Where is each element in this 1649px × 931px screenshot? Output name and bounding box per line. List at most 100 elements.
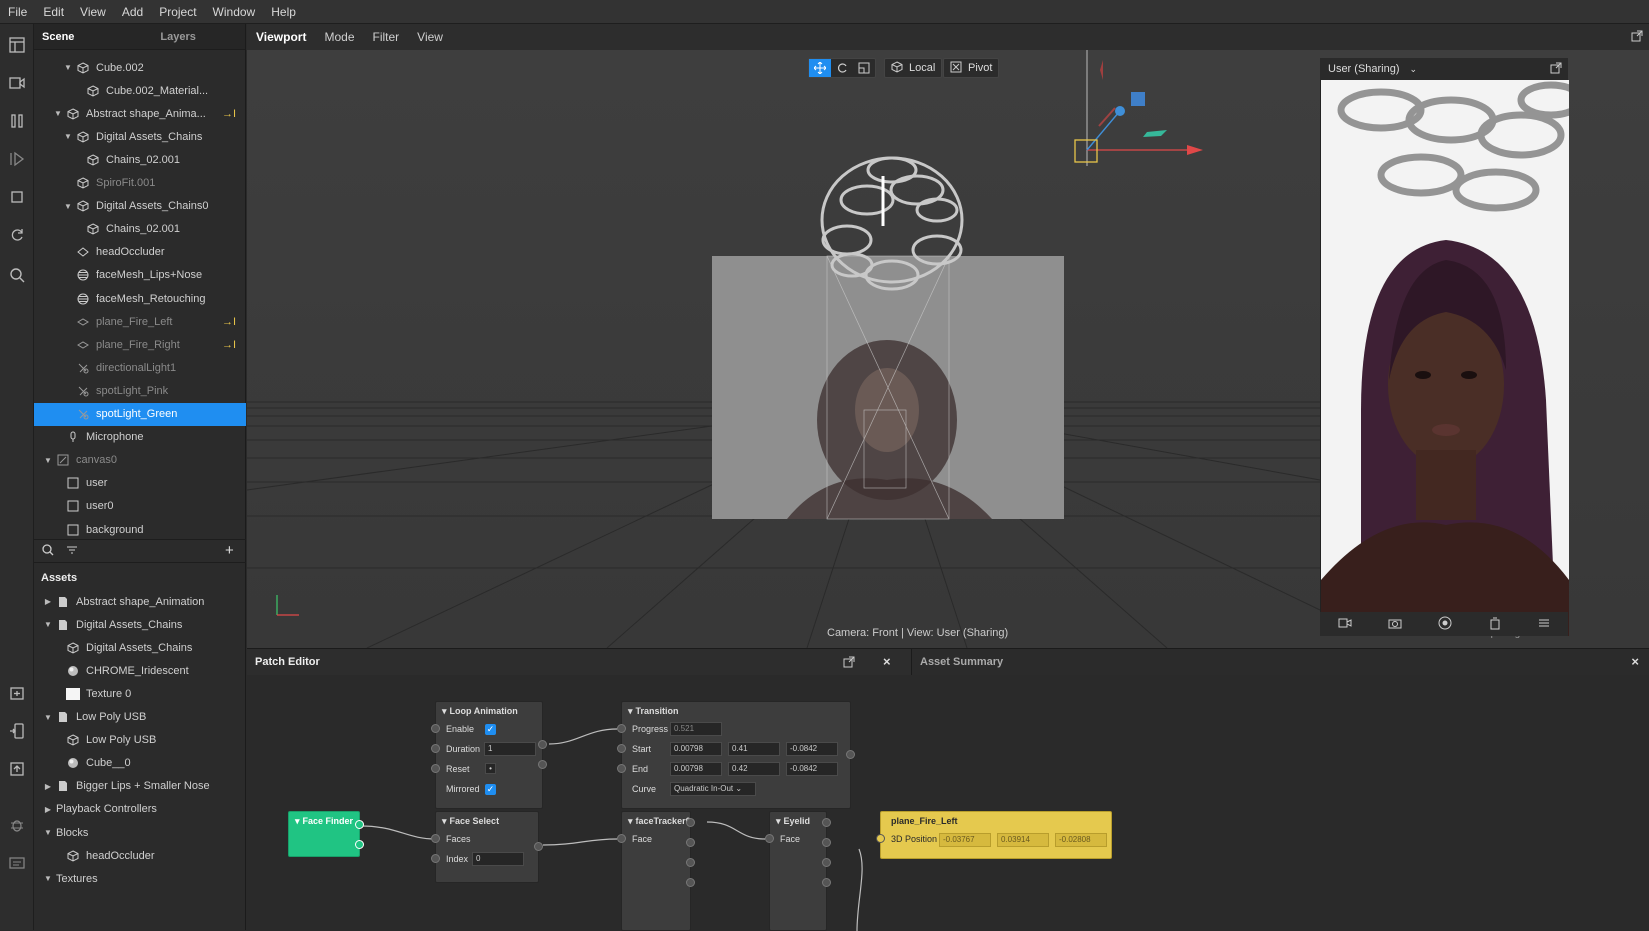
- search-icon[interactable]: [6, 264, 28, 286]
- face-tracker-node[interactable]: ▾ faceTracker0 Face: [617, 811, 695, 931]
- tree-item[interactable]: directionalLight1: [34, 356, 246, 379]
- input-port[interactable]: [617, 744, 626, 753]
- chevron-down-icon[interactable]: ⌄: [1410, 64, 1418, 75]
- tab-mode[interactable]: Mode: [315, 30, 363, 44]
- search-icon[interactable]: [42, 544, 54, 559]
- face-finder-node[interactable]: ▾ Face Finder: [288, 811, 364, 857]
- input-port[interactable]: [431, 834, 440, 843]
- tree-item[interactable]: Chains_02.001: [34, 148, 246, 171]
- tree-item[interactable]: ▼ canvas0: [34, 449, 246, 472]
- tree-item[interactable]: ▼ Cube.002: [34, 56, 246, 79]
- chevron-down-icon[interactable]: ▾: [442, 706, 447, 717]
- position-x-field[interactable]: -0.03767: [939, 833, 991, 847]
- layout-icon[interactable]: [6, 34, 28, 56]
- start-z-field[interactable]: -0.0842: [786, 742, 838, 756]
- end-y-field[interactable]: 0.42: [728, 762, 780, 776]
- output-port[interactable]: [355, 840, 364, 849]
- output-port[interactable]: [686, 878, 695, 887]
- tree-item[interactable]: ▼ Blocks: [34, 821, 246, 844]
- chevron-down-icon[interactable]: ▾: [295, 816, 300, 827]
- chevron-right-icon[interactable]: ▶: [42, 597, 54, 606]
- position-y-field[interactable]: 0.03914: [997, 833, 1049, 847]
- output-port[interactable]: [686, 838, 695, 847]
- patch-arrow-icon[interactable]: →I: [222, 108, 236, 120]
- output-port[interactable]: [822, 858, 831, 867]
- video-icon[interactable]: [1338, 617, 1352, 632]
- curve-select[interactable]: Quadratic In-Out ⌄: [670, 782, 756, 796]
- scale-icon[interactable]: [853, 59, 875, 77]
- chevron-down-icon[interactable]: ▼: [42, 456, 54, 465]
- input-port[interactable]: [617, 834, 626, 843]
- tree-item[interactable]: background: [34, 518, 246, 536]
- tree-item[interactable]: spotLight_Green: [34, 402, 246, 426]
- chevron-down-icon[interactable]: ▼: [42, 713, 54, 722]
- end-x-field[interactable]: 0.00798: [670, 762, 722, 776]
- start-x-field[interactable]: 0.00798: [670, 742, 722, 756]
- menu-project[interactable]: Project: [151, 5, 204, 19]
- output-port[interactable]: [822, 838, 831, 847]
- tab-viewport[interactable]: Viewport: [247, 30, 315, 44]
- chevron-down-icon[interactable]: ▼: [42, 620, 54, 629]
- tab-layers[interactable]: Layers: [152, 31, 203, 43]
- preview-title[interactable]: User (Sharing): [1328, 63, 1400, 75]
- index-field[interactable]: 0: [472, 852, 524, 866]
- device-icon[interactable]: [6, 720, 28, 742]
- tree-item[interactable]: CHROME_Iridescent: [34, 659, 246, 682]
- rotate-icon[interactable]: [831, 59, 853, 77]
- output-port[interactable]: [686, 818, 695, 827]
- console-icon[interactable]: [6, 852, 28, 874]
- reset-button[interactable]: •: [485, 763, 496, 774]
- tree-item[interactable]: Microphone: [34, 426, 246, 449]
- chevron-down-icon[interactable]: ▼: [42, 828, 54, 837]
- input-port[interactable]: [876, 834, 885, 843]
- chevron-down-icon[interactable]: ▾: [776, 816, 781, 827]
- tree-item[interactable]: ▼ Digital Assets_Chains0: [34, 195, 246, 218]
- bug-icon[interactable]: [6, 814, 28, 836]
- tree-item[interactable]: faceMesh_Lips+Nose: [34, 264, 246, 287]
- tree-item[interactable]: user0: [34, 495, 246, 518]
- tree-item[interactable]: ▶ Bigger Lips + Smaller Nose: [34, 775, 246, 798]
- stop-icon[interactable]: [6, 186, 28, 208]
- camera-icon[interactable]: [1388, 617, 1402, 632]
- tree-item[interactable]: SpiroFit.001: [34, 172, 246, 195]
- move-icon[interactable]: [809, 59, 831, 77]
- input-port[interactable]: [431, 854, 440, 863]
- filter-icon[interactable]: [66, 544, 78, 559]
- tree-item[interactable]: Texture 0: [34, 682, 246, 705]
- tree-item[interactable]: ▶ Playback Controllers: [34, 798, 246, 821]
- transition-node[interactable]: ▾ Transition Progress 0.521 Start 0.00798…: [617, 701, 855, 809]
- chevron-down-icon[interactable]: ▼: [62, 202, 74, 211]
- output-port[interactable]: [534, 842, 543, 851]
- menu-add[interactable]: Add: [114, 5, 151, 19]
- enable-checkbox[interactable]: ✓: [485, 724, 496, 735]
- input-port[interactable]: [617, 764, 626, 773]
- output-port[interactable]: [538, 760, 547, 769]
- patch-editor[interactable]: Patch Editor × Asset Summary × ▾ Loop Ani…: [247, 648, 1649, 931]
- tree-item[interactable]: plane_Fire_Right →I: [34, 333, 246, 356]
- local-button[interactable]: Local: [884, 58, 943, 78]
- tree-item[interactable]: ▼ Textures: [34, 867, 246, 890]
- add-box-icon[interactable]: [6, 682, 28, 704]
- viewport[interactable]: Viewport Mode Filter View Local Pivot Ca…: [247, 24, 1649, 648]
- input-port[interactable]: [617, 724, 626, 733]
- output-port[interactable]: [822, 818, 831, 827]
- output-port[interactable]: [355, 820, 364, 829]
- record-icon[interactable]: [1438, 616, 1452, 633]
- tree-item[interactable]: ▼ Low Poly USB: [34, 706, 246, 729]
- add-icon[interactable]: +: [225, 542, 234, 559]
- tree-item[interactable]: user: [34, 472, 246, 495]
- chevron-down-icon[interactable]: ▼: [42, 874, 54, 883]
- input-port[interactable]: [765, 834, 774, 843]
- end-z-field[interactable]: -0.0842: [786, 762, 838, 776]
- menu-help[interactable]: Help: [263, 5, 304, 19]
- tree-item[interactable]: ▼ Digital Assets_Chains: [34, 613, 246, 636]
- tree-item[interactable]: faceMesh_Retouching: [34, 287, 246, 310]
- tree-item[interactable]: ▶ Abstract shape_Animation: [34, 590, 246, 613]
- output-port[interactable]: [686, 858, 695, 867]
- tree-item[interactable]: Chains_02.001: [34, 218, 246, 241]
- tab-scene[interactable]: Scene: [34, 31, 82, 43]
- input-port[interactable]: [431, 744, 440, 753]
- chevron-down-icon[interactable]: ▾: [442, 816, 447, 827]
- duration-field[interactable]: 1: [484, 742, 536, 756]
- video-icon[interactable]: [6, 72, 28, 94]
